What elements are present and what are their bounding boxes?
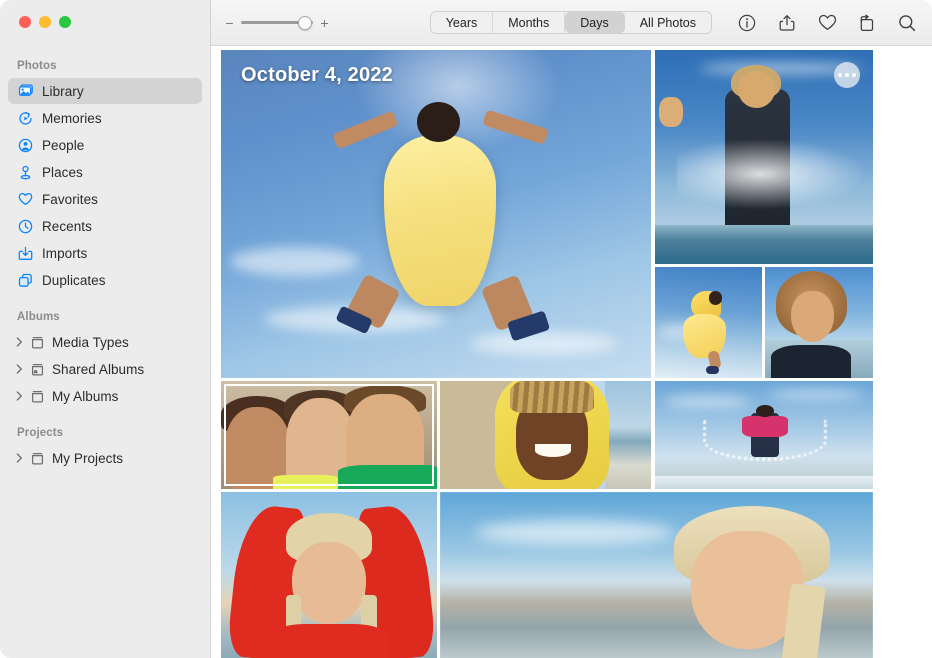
- photo-water-splash[interactable]: [655, 50, 873, 264]
- photo-group-selfie[interactable]: [221, 381, 437, 489]
- sidebar-item-label: Shared Albums: [52, 362, 144, 377]
- sidebar-item-label: Memories: [42, 111, 102, 126]
- sidebar-item-label: Recents: [42, 219, 92, 234]
- album-icon: [29, 334, 46, 351]
- main-area: − + Years Months Days All Photos: [211, 0, 932, 658]
- sidebar-item-label: My Albums: [52, 389, 118, 404]
- info-icon: [738, 14, 756, 32]
- favorite-button[interactable]: [816, 12, 838, 34]
- photo-pink-top-water[interactable]: [655, 381, 873, 489]
- heart-icon: [17, 191, 34, 208]
- dot-icon: [838, 73, 842, 77]
- sidebar-section-albums-title: Albums: [0, 294, 210, 328]
- library-icon: [17, 83, 34, 100]
- chevron-right-icon[interactable]: [14, 453, 25, 463]
- tab-all-photos[interactable]: All Photos: [625, 12, 711, 33]
- dot-icon: [852, 73, 856, 77]
- sidebar-item-label: Media Types: [52, 335, 129, 350]
- chevron-right-icon[interactable]: [14, 364, 25, 374]
- photo-yellow-dress-small[interactable]: [655, 267, 762, 378]
- sidebar-item-label: Library: [42, 84, 84, 99]
- memories-icon: [17, 110, 34, 127]
- minimize-button[interactable]: [39, 16, 51, 28]
- sidebar: Photos Library: [0, 0, 211, 658]
- photo-blonde-portrait[interactable]: [440, 492, 873, 658]
- photo-thumbnail: [655, 381, 873, 489]
- photo-thumbnail: [440, 492, 873, 658]
- sidebar-item-label: Favorites: [42, 192, 98, 207]
- photo-thumbnail: [765, 267, 873, 378]
- tab-days[interactable]: Days: [565, 12, 624, 33]
- toolbar: − + Years Months Days All Photos: [211, 0, 932, 46]
- sidebar-item-my-albums[interactable]: My Albums: [8, 383, 202, 409]
- shared-album-icon: [29, 361, 46, 378]
- photo-thumbnail: [440, 381, 651, 489]
- sidebar-item-shared-albums[interactable]: Shared Albums: [8, 356, 202, 382]
- tab-months[interactable]: Months: [493, 12, 565, 33]
- photo-thumbnail: [221, 492, 437, 658]
- duplicates-icon: [17, 272, 34, 289]
- people-icon: [17, 137, 34, 154]
- import-icon: [17, 245, 34, 262]
- photo-grid-scroll[interactable]: October 4, 2022: [211, 46, 932, 658]
- photo-curly-hair-portrait[interactable]: [765, 267, 873, 378]
- sidebar-section-photos-title: Photos: [0, 53, 210, 77]
- dot-icon: [845, 73, 849, 77]
- zoom-slider[interactable]: − +: [225, 16, 329, 30]
- more-options-button[interactable]: [834, 62, 860, 88]
- places-icon: [17, 164, 34, 181]
- sidebar-item-my-projects[interactable]: My Projects: [8, 445, 202, 471]
- toolbar-buttons: [736, 12, 918, 34]
- search-button[interactable]: [896, 12, 918, 34]
- sidebar-item-favorites[interactable]: Favorites: [8, 186, 202, 212]
- zoom-out-button[interactable]: −: [225, 16, 234, 30]
- photo-yellow-hood-smile[interactable]: [440, 381, 651, 489]
- zoom-in-button[interactable]: +: [320, 16, 329, 30]
- sidebar-item-media-types[interactable]: Media Types: [8, 329, 202, 355]
- photo-thumbnail: [221, 50, 651, 378]
- chevron-right-icon[interactable]: [14, 391, 25, 401]
- sidebar-item-label: Imports: [42, 246, 87, 261]
- view-mode-segmented-control[interactable]: Years Months Days All Photos: [430, 11, 712, 34]
- close-button[interactable]: [19, 16, 31, 28]
- photo-red-sweater[interactable]: [221, 492, 437, 658]
- sidebar-item-memories[interactable]: Memories: [8, 105, 202, 131]
- sidebar-item-duplicates[interactable]: Duplicates: [8, 267, 202, 293]
- clock-icon: [17, 218, 34, 235]
- sidebar-item-label: Places: [42, 165, 83, 180]
- favorite-icon: [818, 14, 837, 31]
- sidebar-section-projects-title: Projects: [0, 410, 210, 444]
- photo-jumping-yellow-dress[interactable]: October 4, 2022: [221, 50, 651, 378]
- info-button[interactable]: [736, 12, 758, 34]
- tab-years[interactable]: Years: [431, 12, 494, 33]
- share-button[interactable]: [776, 12, 798, 34]
- album-icon: [29, 450, 46, 467]
- album-icon: [29, 388, 46, 405]
- chevron-right-icon[interactable]: [14, 337, 25, 347]
- sidebar-item-label: Duplicates: [42, 273, 106, 288]
- sidebar-scroll[interactable]: Photos Library: [0, 0, 210, 471]
- sidebar-item-library[interactable]: Library: [8, 78, 202, 104]
- sidebar-item-recents[interactable]: Recents: [8, 213, 202, 239]
- rotate-button[interactable]: [856, 12, 878, 34]
- maximize-button[interactable]: [59, 16, 71, 28]
- sidebar-item-label: My Projects: [52, 451, 123, 466]
- photo-grid: October 4, 2022: [221, 50, 873, 658]
- photo-thumbnail: [221, 381, 437, 489]
- window-controls: [19, 16, 71, 28]
- share-icon: [778, 14, 796, 32]
- photos-window: Photos Library: [0, 0, 932, 658]
- photo-thumbnail: [655, 267, 762, 378]
- rotate-icon: [858, 14, 876, 32]
- zoom-slider-knob[interactable]: [298, 16, 312, 30]
- sidebar-item-people[interactable]: People: [8, 132, 202, 158]
- sidebar-item-imports[interactable]: Imports: [8, 240, 202, 266]
- search-icon: [898, 14, 916, 32]
- zoom-slider-track[interactable]: [241, 21, 313, 24]
- sidebar-item-places[interactable]: Places: [8, 159, 202, 185]
- sidebar-item-label: People: [42, 138, 84, 153]
